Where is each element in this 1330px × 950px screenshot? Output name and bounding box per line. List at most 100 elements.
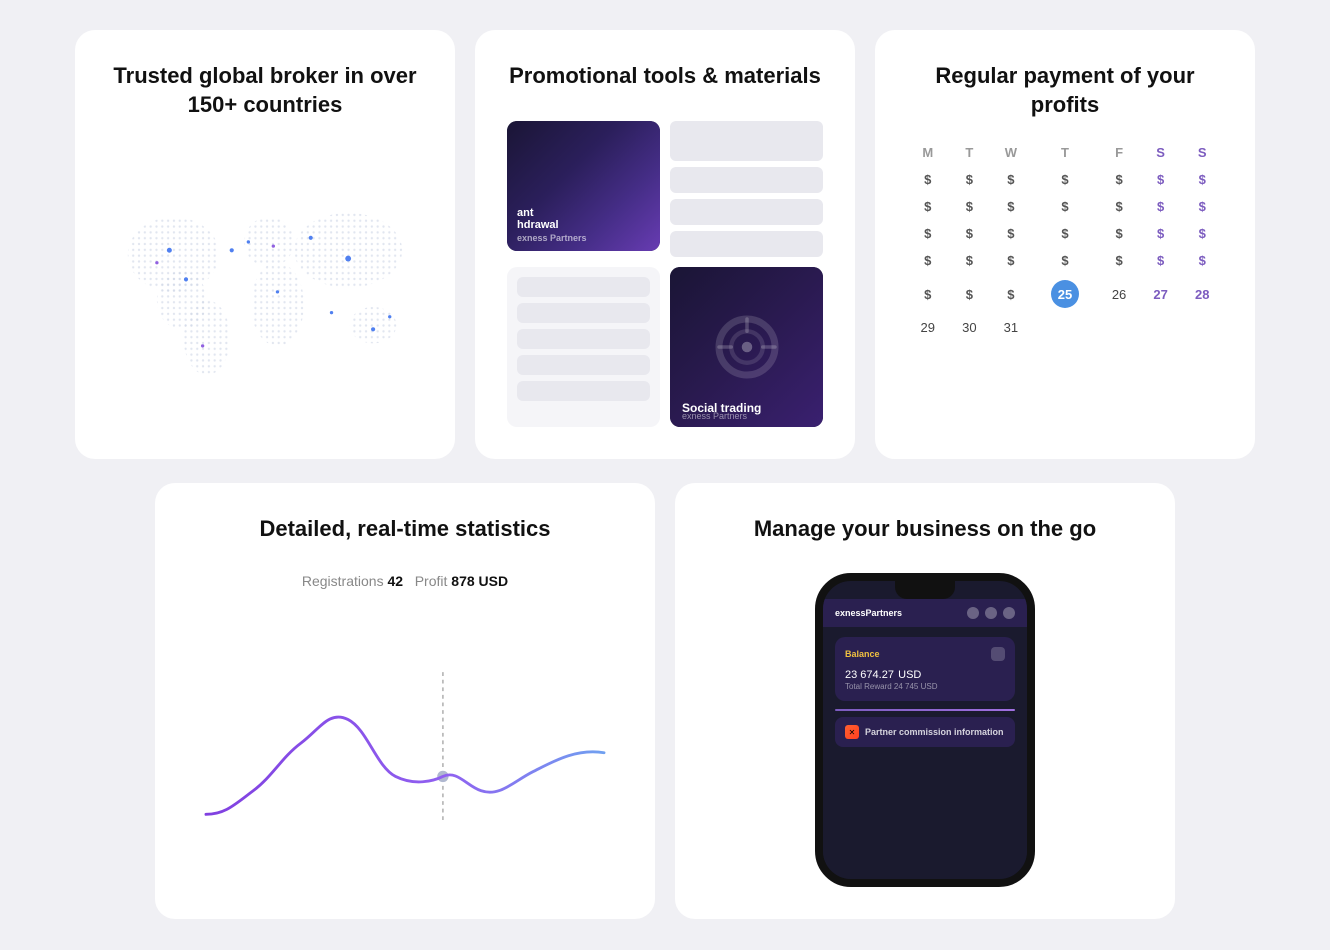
phone-icon-1 (967, 607, 979, 619)
promo-line-4 (517, 355, 650, 375)
profit-value: 878 USD (451, 573, 508, 589)
cal-cell: $ (990, 247, 1032, 274)
cal-cell: $ (907, 193, 949, 220)
cal-day-f: F (1098, 139, 1140, 166)
cal-cell-weekend: $ (1181, 166, 1223, 193)
commission-card: ✕ Partner commission information (835, 717, 1015, 747)
phone-wrapper: exnessPartners Balance (815, 573, 1035, 887)
phone-content: Balance 23 674.27 USD Total Reward 24 74… (823, 627, 1027, 757)
card-world-map: Trusted global broker in over 150+ count… (75, 30, 455, 459)
world-map-title: Trusted global broker in over 150+ count… (107, 62, 423, 119)
cal-cell: $ (990, 220, 1032, 247)
cal-cell-weekend: $ (1181, 247, 1223, 274)
commission-icon: ✕ (845, 725, 859, 739)
balance-sub: Total Reward 24 745 USD (845, 682, 1005, 691)
promo-line-5 (517, 381, 650, 401)
bottom-row: Detailed, real-time statistics Registrat… (75, 483, 1255, 920)
card-stats: Detailed, real-time statistics Registrat… (155, 483, 655, 920)
phone-screen: exnessPartners Balance (823, 599, 1027, 879)
promo-brand-1: exness Partners (517, 233, 587, 243)
registrations-value: 42 (387, 573, 403, 589)
cal-day-s1: S (1140, 139, 1182, 166)
cal-cell: $ (990, 274, 1032, 314)
cal-cell-weekend: $ (1181, 193, 1223, 220)
cal-cell: $ (1032, 166, 1099, 193)
promo-line-3 (517, 329, 650, 349)
phone-icon-group (967, 607, 1015, 619)
phone-icon-2 (985, 607, 997, 619)
promo-bar-3 (670, 199, 823, 225)
card-promo: Promotional tools & materials ant hdrawa… (475, 30, 855, 459)
cal-cell-weekend: $ (1140, 220, 1182, 247)
cal-cell: $ (990, 193, 1032, 220)
card-calendar: Regular payment of your profits M T W T … (875, 30, 1255, 459)
phone-brand: exnessPartners (835, 608, 902, 618)
promo-line-1 (517, 277, 650, 297)
balance-label: Balance (845, 649, 880, 659)
cal-cell: $ (1098, 193, 1140, 220)
promo-title: Promotional tools & materials (507, 62, 823, 91)
cal-cell-weekend: $ (1140, 247, 1182, 274)
cal-day-26: 26 (1098, 274, 1140, 314)
cal-day-w: W (990, 139, 1032, 166)
cal-day-27: 27 (1140, 274, 1182, 314)
cal-cell: $ (907, 247, 949, 274)
stats-chart (187, 609, 623, 887)
cal-day-28: 28 (1181, 274, 1223, 314)
cal-day-30: 30 (949, 314, 991, 341)
mobile-title: Manage your business on the go (754, 515, 1096, 544)
cal-cell: $ (1032, 220, 1099, 247)
cal-cell: $ (1032, 247, 1099, 274)
registrations-label: Registrations (302, 573, 384, 589)
phone-frame: exnessPartners Balance (815, 573, 1035, 887)
cal-day-29: 29 (907, 314, 949, 341)
balance-header: Balance (845, 647, 1005, 661)
promo-bar-1 (670, 121, 823, 161)
cal-cell-weekend: $ (1140, 166, 1182, 193)
calendar-title: Regular payment of your profits (907, 62, 1223, 119)
cal-today: 25 (1032, 274, 1099, 314)
stats-info: Registrations 42 Profit 878 USD (187, 573, 623, 589)
phone-divider (835, 709, 1015, 711)
cal-cell: $ (949, 220, 991, 247)
commission-label: Partner commission information (865, 727, 1004, 737)
steering-wheel-icon (692, 312, 802, 382)
balance-currency: USD (898, 669, 921, 681)
balance-icon (991, 647, 1005, 661)
cal-cell: $ (949, 166, 991, 193)
stats-title: Detailed, real-time statistics (187, 515, 623, 544)
promo-grid: ant hdrawal exness Partners (507, 121, 823, 427)
cal-cell: $ (907, 220, 949, 247)
promo-text: ant hdrawal exness Partners (517, 207, 587, 243)
cal-cell: $ (1098, 166, 1140, 193)
social-brand: exness Partners (682, 411, 747, 421)
balance-card: Balance 23 674.27 USD Total Reward 24 74… (835, 637, 1015, 701)
cal-cell: $ (1032, 193, 1099, 220)
cal-cell: $ (949, 274, 991, 314)
promo-line-2 (517, 303, 650, 323)
calendar-table: M T W T F S S $ $ $ $ $ (907, 139, 1223, 341)
cal-cell: $ (907, 166, 949, 193)
balance-cents: .27 (879, 669, 894, 681)
cal-cell-weekend: $ (1181, 220, 1223, 247)
phone-icon-3 (1003, 607, 1015, 619)
promo-bars (670, 121, 823, 257)
cal-day-m: M (907, 139, 949, 166)
cal-day-31: 31 (990, 314, 1032, 341)
today-indicator: 25 (1051, 280, 1079, 308)
cal-day-t1: T (949, 139, 991, 166)
cal-cell: $ (949, 247, 991, 274)
profit-label: Profit (415, 573, 448, 589)
cal-cell: $ (990, 166, 1032, 193)
balance-main: 23 674 (845, 669, 879, 681)
card-mobile: Manage your business on the go exnessPar… (675, 483, 1175, 920)
phone-top-bar: exnessPartners (823, 599, 1027, 627)
cal-day-s2: S (1181, 139, 1223, 166)
cal-cell: $ (1098, 220, 1140, 247)
world-map-svg (107, 149, 423, 426)
promo-lines (507, 267, 660, 427)
promo-bar-4 (670, 231, 823, 257)
cal-cell: $ (949, 193, 991, 220)
phone-notch (895, 581, 955, 599)
cal-cell: $ (1098, 247, 1140, 274)
